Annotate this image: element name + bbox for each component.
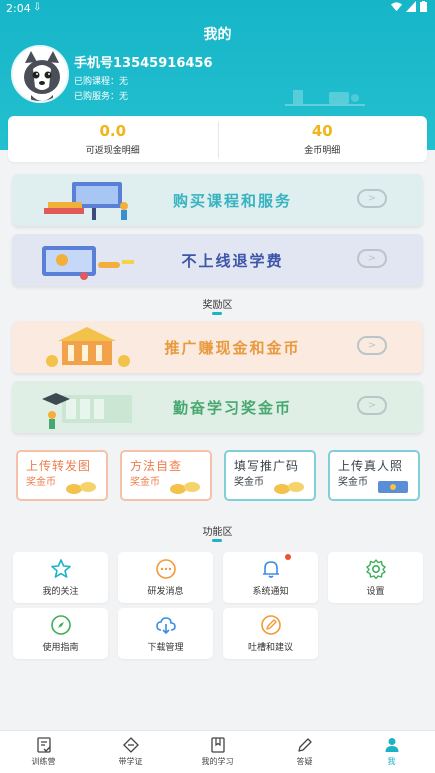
card-title: 上传转发图 xyxy=(26,459,92,473)
pencil-icon xyxy=(297,738,312,752)
tab-study-pass[interactable]: 带学证 xyxy=(87,731,174,773)
upload-share-image-card[interactable]: 上传转发图 奖金币 xyxy=(16,450,108,501)
card-subtitle: 奖金币 xyxy=(338,477,368,488)
card-title: 上传真人照 xyxy=(338,459,404,473)
card-subtitle: 奖金币 xyxy=(234,477,264,488)
book-icon xyxy=(210,737,225,753)
notification-badge xyxy=(285,554,291,560)
status-time: 2:04 xyxy=(6,2,31,15)
function-label: 设置 xyxy=(366,587,385,597)
arrow-right-icon: > xyxy=(357,336,387,355)
message-icon xyxy=(156,559,176,579)
self-check-card[interactable]: 方法自查 奖金币 xyxy=(120,450,212,501)
refund-banner[interactable]: 不上线退学费 > xyxy=(12,234,423,286)
tab-me[interactable]: 我 xyxy=(348,731,435,773)
phone-number: 手机号13545916456 xyxy=(74,56,213,71)
bell-icon xyxy=(263,561,279,578)
function-section-underline xyxy=(212,539,222,542)
ticket-icon xyxy=(122,737,139,753)
buy-courses-banner[interactable]: 购买课程和服务 > xyxy=(12,174,423,226)
cloud-download-icon xyxy=(156,617,176,635)
feedback-button[interactable]: 吐槽和建议 xyxy=(223,608,318,659)
battery-icon xyxy=(420,1,427,12)
card-subtitle: 奖金币 xyxy=(26,477,56,488)
function-label: 我的关注 xyxy=(42,587,79,597)
tab-my-learning[interactable]: 我的学习 xyxy=(174,731,261,773)
tab-label: 训练营 xyxy=(31,757,56,766)
card-subtitle: 奖金币 xyxy=(130,477,160,488)
study-reward-banner[interactable]: 勤奋学习奖金币 > xyxy=(12,381,423,433)
coins-stat[interactable]: 40 金币明细 xyxy=(217,116,428,162)
card-title: 填写推广码 xyxy=(234,459,300,473)
function-label: 研发消息 xyxy=(147,587,184,597)
function-label: 吐槽和建议 xyxy=(247,643,293,653)
function-section-title: 功能区 xyxy=(202,527,233,538)
page-title: 我的 xyxy=(203,27,232,43)
husky-avatar-icon xyxy=(13,47,67,101)
coin-stack-icon xyxy=(66,482,96,494)
compass-icon xyxy=(51,615,71,635)
wifi-icon xyxy=(391,2,402,12)
referral-code-card[interactable]: 填写推广码 奖金币 xyxy=(224,450,316,501)
function-label: 使用指南 xyxy=(42,643,79,653)
tab-label: 我 xyxy=(387,757,396,766)
promote-earn-banner[interactable]: 推广赚现金和金币 > xyxy=(12,321,423,373)
reward-section-underline xyxy=(212,312,222,315)
card-title: 方法自查 xyxy=(130,459,183,473)
document-check-icon xyxy=(36,737,51,753)
cashback-value: 0.0 xyxy=(99,122,127,140)
bottom-tab-bar: 训练营 带学证 我的学习 答疑 我 xyxy=(0,730,435,773)
status-bar: 2:04 ⇩ xyxy=(0,0,435,18)
user-guide-button[interactable]: 使用指南 xyxy=(13,608,108,659)
function-label: 系统通知 xyxy=(252,587,289,597)
status-icons xyxy=(391,1,427,12)
reward-section-title: 奖励区 xyxy=(202,300,233,311)
person-icon xyxy=(385,738,398,752)
tab-label: 答疑 xyxy=(296,757,313,766)
tab-qa[interactable]: 答疑 xyxy=(261,731,348,773)
avatar[interactable] xyxy=(11,45,69,103)
arrow-right-icon: > xyxy=(357,249,387,268)
tab-label: 我的学习 xyxy=(201,757,234,766)
purchased-courses: 已购课程：无 xyxy=(74,77,129,87)
coins-value: 40 xyxy=(311,122,333,140)
star-icon xyxy=(51,559,71,578)
download-manager-button[interactable]: 下载管理 xyxy=(118,608,213,659)
money-icon xyxy=(378,481,408,493)
arrow-right-icon: > xyxy=(357,396,387,415)
coins-label: 金币明细 xyxy=(304,146,341,156)
settings-button[interactable]: 设置 xyxy=(328,552,423,603)
signal-icon xyxy=(406,1,416,12)
desk-illustration-icon xyxy=(285,90,365,106)
edit-icon xyxy=(261,615,281,635)
download-arrow-icon: ⇩ xyxy=(33,2,42,13)
coin-stack-icon xyxy=(274,482,304,494)
arrow-right-icon: > xyxy=(357,189,387,208)
rd-messages-button[interactable]: 研发消息 xyxy=(118,552,213,603)
my-follows-button[interactable]: 我的关注 xyxy=(13,552,108,603)
gear-icon xyxy=(366,559,386,580)
cashback-stat[interactable]: 0.0 可返现金明细 xyxy=(8,116,218,162)
stats-card: 0.0 可返现金明细 40 金币明细 xyxy=(8,116,427,162)
cashback-label: 可返现金明细 xyxy=(85,146,140,156)
coin-stack-icon xyxy=(170,482,200,494)
tab-training-camp[interactable]: 训练营 xyxy=(0,731,87,773)
upload-photo-card[interactable]: 上传真人照 奖金币 xyxy=(328,450,420,501)
function-label: 下载管理 xyxy=(147,643,184,653)
purchased-services: 已购服务：无 xyxy=(74,92,129,102)
system-notice-button[interactable]: 系统通知 xyxy=(223,552,318,603)
tab-label: 带学证 xyxy=(118,757,143,766)
